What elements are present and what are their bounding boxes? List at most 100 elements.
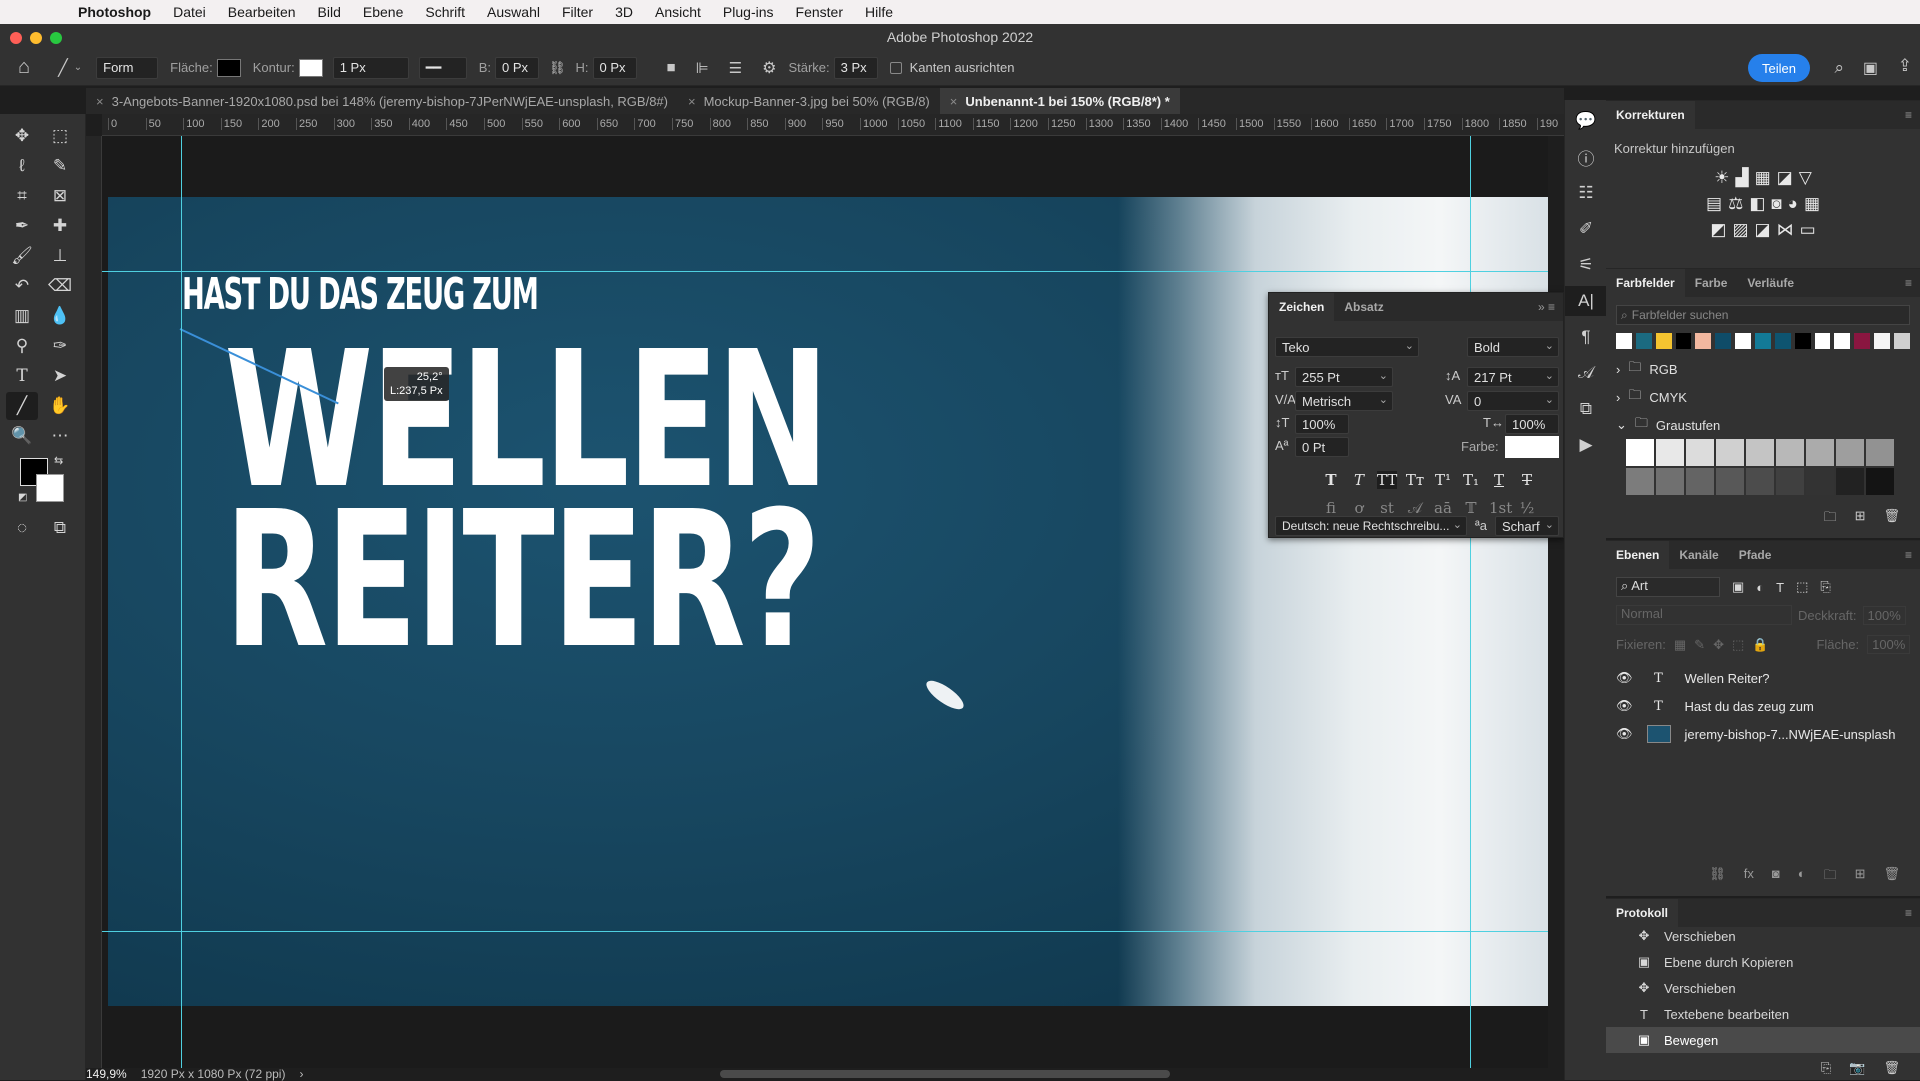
new-group-icon[interactable]: 🗀	[1824, 508, 1837, 530]
swatch-search-input[interactable]: ⌕ Farbfelder suchen	[1616, 305, 1910, 325]
marquee-tool-icon[interactable]: ⬚	[44, 122, 76, 150]
path-selection-tool-icon[interactable]: ➤	[44, 362, 76, 390]
gray-swatch[interactable]	[1776, 468, 1804, 495]
share-button[interactable]: Teilen	[1748, 54, 1810, 82]
swatch[interactable]	[1695, 333, 1712, 349]
filter-smart-object-icon[interactable]: ⎘	[1820, 579, 1830, 595]
default-colors-icon[interactable]: ◩	[18, 492, 27, 503]
history-item[interactable]: ▣ Bewegen	[1606, 1027, 1920, 1053]
weight-field[interactable]: 3 Px	[833, 56, 878, 79]
gray-swatch[interactable]	[1836, 439, 1864, 466]
panel-menu-icon[interactable]: » ≡	[1538, 300, 1555, 314]
swatch[interactable]	[1655, 333, 1672, 349]
adjustment-icon[interactable]: ◧	[1749, 194, 1765, 214]
new-group-icon[interactable]: 🗀	[1824, 866, 1837, 888]
panel-menu-icon[interactable]: ≡	[1905, 276, 1912, 290]
zoom-tool-icon[interactable]: 🔍	[6, 422, 38, 450]
subscript-button[interactable]: T₁	[1461, 471, 1481, 489]
adjustment-icon[interactable]: ◕	[1788, 194, 1798, 214]
crop-tool-icon[interactable]: ⌗	[6, 182, 38, 210]
tab-verlaeufe[interactable]: Verläufe	[1737, 269, 1804, 297]
all-caps-button[interactable]: TT	[1377, 471, 1397, 489]
new-document-from-state-icon[interactable]: ⎘	[1821, 1060, 1831, 1076]
adjustment-icon[interactable]: ▟	[1735, 168, 1748, 188]
font-family-select[interactable]: Teko ⌄	[1275, 337, 1419, 357]
pen-tool-icon[interactable]: ✑	[44, 332, 76, 360]
swatch-group-graustufen[interactable]: ⌄ 🗀 Graustufen	[1606, 411, 1920, 439]
gray-swatch[interactable]	[1686, 468, 1714, 495]
menu-ansicht[interactable]: Ansicht	[655, 4, 701, 20]
layer-filter-select[interactable]: ⌕ Art	[1616, 577, 1720, 597]
minimize-window-button[interactable]	[30, 32, 42, 44]
fill-field[interactable]: 100%	[1867, 635, 1911, 654]
swatch[interactable]	[1894, 333, 1910, 349]
tab-protokoll[interactable]: Protokoll	[1606, 899, 1679, 927]
titling-alternates-button[interactable]: 𝕋	[1461, 499, 1481, 517]
lock-paint-icon[interactable]: ✎	[1694, 637, 1705, 653]
path-alignment-icon[interactable]: ⊫	[696, 59, 709, 77]
adjustment-icon[interactable]: ◙	[1771, 194, 1781, 214]
adjustment-icon[interactable]: ☀	[1714, 168, 1729, 188]
width-field[interactable]: 0 Px	[494, 56, 539, 79]
chevron-down-icon[interactable]: ⌄	[74, 62, 82, 73]
strikethrough-button[interactable]: T	[1517, 471, 1537, 489]
adjustment-icon[interactable]: ▽	[1799, 168, 1812, 188]
properties-icon[interactable]: ☷	[1565, 178, 1607, 208]
adjustment-icon[interactable]: ⚖	[1728, 194, 1743, 214]
close-window-button[interactable]	[10, 32, 22, 44]
align-edges-checkbox[interactable]	[889, 61, 902, 74]
adjustment-icon[interactable]: ▨	[1732, 220, 1748, 240]
close-tab-icon[interactable]: ×	[96, 94, 104, 109]
underline-button[interactable]: T	[1489, 471, 1509, 489]
gray-swatch[interactable]	[1716, 439, 1744, 466]
ordinals-button[interactable]: 1st	[1489, 499, 1512, 517]
kerning-select[interactable]: Metrisch ⌄	[1295, 391, 1393, 411]
gray-swatch[interactable]	[1866, 468, 1894, 495]
gray-swatch[interactable]	[1626, 468, 1654, 495]
blend-mode-select[interactable]: Normal	[1616, 605, 1792, 625]
link-icon[interactable]: ⛓	[549, 60, 566, 76]
menu-3d[interactable]: 3D	[615, 4, 633, 20]
menu-fenster[interactable]: Fenster	[796, 4, 843, 20]
ligatures-button[interactable]: ﬁ	[1321, 499, 1341, 517]
brush-settings-icon[interactable]: ✐	[1565, 214, 1607, 244]
font-size-field[interactable]: 255 Pt ⌄	[1295, 367, 1393, 387]
comments-icon[interactable]: 💬	[1565, 106, 1607, 136]
workspace-icon[interactable]: ▣	[1863, 58, 1878, 78]
guide-horizontal-bottom[interactable]	[102, 931, 1548, 932]
line-tool-preset-icon[interactable]: ╱	[58, 58, 68, 78]
faux-bold-button[interactable]: T	[1321, 471, 1341, 489]
tab-angebots-banner[interactable]: × 3-Angebots-Banner-1920x1080.psd bei 148…	[86, 88, 678, 114]
fractions-button[interactable]: ½	[1517, 499, 1537, 517]
character-panel-icon[interactable]: A|	[1565, 286, 1607, 316]
swash-button[interactable]: 𝒜	[1405, 499, 1425, 517]
type-tool-icon[interactable]: T	[6, 362, 38, 390]
info-icon[interactable]: ⓘ	[1565, 142, 1607, 172]
lasso-tool-icon[interactable]: ℓ	[6, 152, 38, 180]
filter-adjustment-icon[interactable]: ◐	[1756, 580, 1764, 595]
new-layer-icon[interactable]: ⊞	[1855, 866, 1866, 888]
home-icon[interactable]: ⌂	[18, 56, 30, 79]
gray-swatch[interactable]	[1656, 439, 1684, 466]
camera-icon[interactable]: 📷	[1849, 1060, 1865, 1076]
layer-row[interactable]: 👁 jeremy-bishop-7...NWjEAE-unsplash	[1606, 720, 1920, 748]
swatch[interactable]	[1715, 333, 1732, 349]
adjustment-icon[interactable]: ▦	[1804, 194, 1820, 214]
frame-tool-icon[interactable]: ⊠	[44, 182, 76, 210]
tab-unbenannt[interactable]: × Unbenannt-1 bei 150% (RGB/8*) *	[939, 88, 1180, 114]
filter-type-icon[interactable]: T	[1776, 580, 1784, 595]
swatch-group-cmyk[interactable]: › 🗀 CMYK	[1606, 383, 1920, 411]
close-tab-icon[interactable]: ×	[688, 94, 696, 109]
menu-bearbeiten[interactable]: Bearbeiten	[228, 4, 296, 20]
swatch[interactable]	[1834, 333, 1851, 349]
layer-comps-icon[interactable]: ⧉	[1565, 394, 1607, 424]
baseline-shift-field[interactable]: 0 Pt	[1295, 437, 1349, 457]
lock-transparency-icon[interactable]: ▦	[1674, 637, 1686, 653]
menu-plugins[interactable]: Plug-ins	[723, 4, 774, 20]
opacity-field[interactable]: 100%	[1862, 605, 1906, 625]
swatch-group-rgb[interactable]: › 🗀 RGB	[1606, 355, 1920, 383]
quick-selection-tool-icon[interactable]: ✎	[44, 152, 76, 180]
healing-brush-tool-icon[interactable]: ✚	[44, 212, 76, 240]
tab-farbe[interactable]: Farbe	[1685, 269, 1738, 297]
hand-tool-icon[interactable]: ✋	[44, 392, 76, 420]
